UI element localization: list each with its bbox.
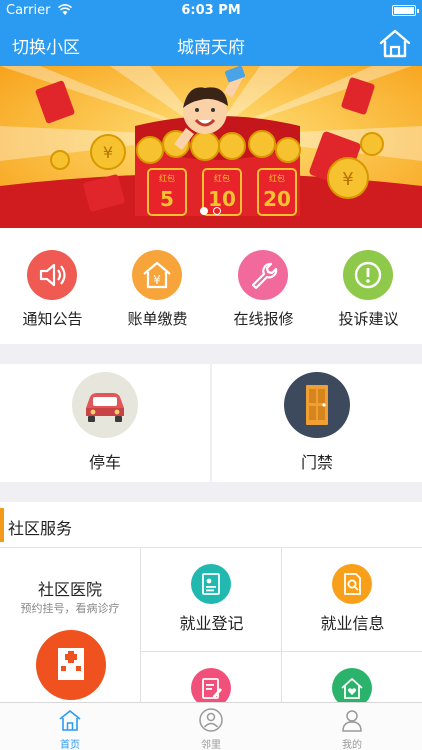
- battery-icon: [392, 5, 419, 16]
- alert-icon: [343, 250, 393, 300]
- payment-house-icon: ¥: [132, 250, 182, 300]
- door-icon: [284, 372, 350, 438]
- parking-button[interactable]: 停车: [0, 364, 210, 482]
- notice-label: 通知公告: [22, 310, 83, 328]
- tab-bar: 首页 邻里 我的: [0, 702, 422, 750]
- access-control-label: 门禁: [300, 453, 333, 472]
- speaker-icon: [27, 250, 77, 300]
- banner-page-indicator[interactable]: [200, 207, 224, 217]
- parking-label: 停车: [88, 453, 121, 472]
- status-bar: Carrier 6:03 PM: [0, 0, 422, 22]
- tab-home[interactable]: 首页: [0, 703, 140, 750]
- tab-profile-label: 我的: [342, 740, 362, 750]
- page-dot-active[interactable]: [200, 207, 208, 215]
- svg-text:20: 20: [263, 187, 291, 211]
- id-card-icon: [191, 564, 231, 604]
- home-icon[interactable]: [378, 27, 412, 61]
- svg-text:红包: 红包: [269, 173, 285, 183]
- svg-text:红包: 红包: [159, 173, 175, 183]
- quick-actions: 通知公告 ¥ 账单缴费 在线报修 投诉建议: [0, 228, 422, 344]
- employment-registration-button[interactable]: 就业登记: [141, 548, 281, 651]
- repair-button[interactable]: 在线报修: [211, 228, 316, 344]
- form-service-button[interactable]: [141, 652, 281, 702]
- bill-payment-label: 账单缴费: [127, 310, 188, 328]
- form-edit-icon: [191, 668, 231, 702]
- notice-button[interactable]: 通知公告: [0, 228, 105, 344]
- repair-label: 在线报修: [233, 310, 294, 328]
- car-icon: [72, 372, 138, 438]
- neighbors-icon: [199, 708, 223, 732]
- employment-info-button[interactable]: 就业信息: [282, 548, 422, 651]
- clock: 6:03 PM: [181, 3, 241, 18]
- svg-text:¥: ¥: [103, 143, 113, 162]
- section-accent-bar: [0, 508, 4, 542]
- nav-bar: 切换小区 城南天府: [0, 22, 422, 66]
- svg-text:5: 5: [160, 187, 174, 211]
- complaint-label: 投诉建议: [338, 310, 399, 328]
- complaint-button[interactable]: 投诉建议: [316, 228, 421, 344]
- home-tab-icon: [59, 710, 81, 731]
- employment-info-label: 就业信息: [320, 614, 385, 633]
- access-control-button[interactable]: 门禁: [212, 364, 422, 482]
- svg-text:¥: ¥: [342, 169, 353, 190]
- tab-profile[interactable]: 我的: [282, 703, 422, 750]
- tab-neighbors[interactable]: 邻里: [141, 703, 281, 750]
- employment-registration-label: 就业登记: [179, 614, 244, 633]
- hospital-name: 社区医院: [37, 580, 102, 599]
- bill-payment-button[interactable]: ¥ 账单缴费: [105, 228, 210, 344]
- svg-text:红包: 红包: [214, 173, 230, 183]
- tab-neighbors-label: 邻里: [201, 740, 221, 750]
- page-title: 城南天府: [177, 38, 245, 58]
- hospital-subtitle: 预约挂号，看病诊疗: [20, 602, 120, 615]
- document-search-icon: [332, 564, 372, 604]
- services-grid: 社区医院 预约挂号，看病诊疗 就业登记 就业信息: [0, 548, 422, 702]
- promo-banner[interactable]: ¥ ¥ 红包 5 红包 10 红包 20: [0, 66, 422, 228]
- page-dot[interactable]: [213, 207, 221, 215]
- house-heart-icon: [332, 668, 372, 702]
- svg-text:¥: ¥: [153, 273, 161, 287]
- wrench-icon: [238, 250, 288, 300]
- section-title: 社区服务: [8, 519, 73, 538]
- tab-home-label: 首页: [60, 740, 80, 750]
- profile-icon: [342, 710, 362, 732]
- community-hospital-button[interactable]: 社区医院 预约挂号，看病诊疗: [0, 548, 140, 702]
- community-services-header: 社区服务: [0, 502, 422, 548]
- community-care-button[interactable]: [282, 652, 422, 702]
- red-envelope-illustration: ¥ ¥ 红包 5 红包 10 红包 20: [0, 66, 422, 228]
- hospital-icon: [36, 630, 106, 700]
